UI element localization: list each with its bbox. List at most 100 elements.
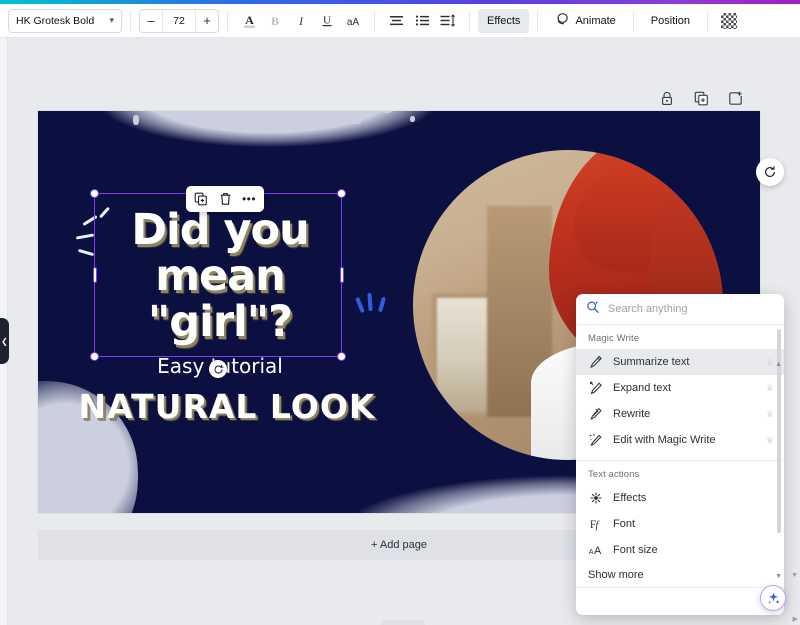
magic-wand-icon: [588, 433, 603, 447]
menu-item-label: Font size: [613, 544, 658, 556]
svg-text:A: A: [589, 549, 594, 556]
bold-button[interactable]: B: [262, 8, 288, 34]
add-to-folder-icon[interactable]: [725, 88, 745, 108]
duplicate-icon[interactable]: [691, 88, 711, 108]
resize-handle-bottom-left[interactable]: [90, 352, 99, 361]
svg-text:A: A: [594, 545, 602, 557]
svg-text:A: A: [245, 13, 254, 27]
duplicate-icon[interactable]: [190, 188, 212, 210]
text-selection-box[interactable]: [90, 189, 346, 378]
resize-handle-left[interactable]: [92, 267, 97, 283]
menu-item-label: Summarize text: [613, 356, 690, 368]
scroll-up-arrow-icon[interactable]: ▲: [775, 361, 782, 368]
accent-tick: [378, 296, 386, 313]
svg-text:I: I: [298, 16, 304, 28]
font-icon: F f: [588, 517, 603, 531]
font-size-increase-button[interactable]: +: [196, 10, 218, 32]
transparency-icon[interactable]: [716, 8, 742, 34]
crown-icon: ♛: [765, 408, 774, 419]
panel-body: ▲ ▼ Magic Write Summarize text ♛ Expand …: [576, 325, 784, 587]
menu-item-expand-text[interactable]: Expand text ♛: [576, 375, 784, 401]
page-actions: [657, 88, 745, 108]
font-size-input[interactable]: 72: [162, 9, 196, 32]
font-family-select[interactable]: HK Grotesk Bold ▾: [8, 8, 122, 33]
accent-tick: [355, 296, 365, 314]
paint-splatter-specks: [93, 111, 453, 159]
menu-item-label: Expand text: [613, 382, 672, 394]
menu-item-label: Rewrite: [613, 408, 651, 420]
line-spacing-button[interactable]: [435, 8, 461, 34]
menu-item-font[interactable]: F f Font: [576, 511, 784, 537]
toolbar-divider: [469, 10, 470, 31]
magic-search-icon: [586, 300, 600, 319]
menu-item-effects[interactable]: Effects: [576, 485, 784, 511]
pen-expand-icon: [588, 381, 603, 395]
element-context-toolbar: •••: [186, 186, 264, 212]
crown-icon: ♛: [765, 434, 774, 445]
pen-summarize-icon: [588, 355, 603, 369]
menu-item-rewrite[interactable]: Rewrite ♛: [576, 401, 784, 427]
panel-scroll-region: Magic Write Summarize text ♛ Expand text…: [576, 325, 784, 587]
letter-case-button[interactable]: aA: [340, 8, 366, 34]
panel-scrollbar[interactable]: [777, 329, 781, 533]
text-align-button[interactable]: [383, 8, 409, 34]
panel-footer: [576, 587, 784, 615]
scroll-down-arrow-icon[interactable]: ▼: [775, 573, 782, 580]
search-input[interactable]: [608, 303, 774, 315]
accent-tick: [367, 292, 373, 312]
resize-handle-top-right[interactable]: [337, 189, 346, 198]
trash-icon[interactable]: [214, 188, 236, 210]
scroll-right-indicator-icon[interactable]: ▶: [793, 615, 798, 623]
crown-icon: ♛: [765, 382, 774, 393]
magic-actions-panel: ▲ ▼ Magic Write Summarize text ♛: [576, 294, 784, 615]
position-label: Position: [650, 14, 690, 27]
scroll-down-indicator-icon[interactable]: ▼: [791, 572, 798, 579]
sparkle-effects-icon: [588, 491, 603, 505]
design-headline-text[interactable]: NATURAL LOOK: [62, 387, 392, 426]
toolbar-divider: [632, 10, 634, 31]
spark-tick: [75, 233, 95, 240]
font-family-value: HK Grotesk Bold: [16, 14, 95, 27]
animate-label: Animate: [575, 14, 616, 27]
regenerate-button[interactable]: [756, 158, 784, 186]
lock-icon[interactable]: [657, 88, 677, 108]
font-size-decrease-button[interactable]: –: [140, 10, 162, 32]
svg-text:B: B: [271, 16, 279, 28]
pen-rewrite-icon: [588, 407, 603, 421]
ai-assistant-button[interactable]: [760, 585, 786, 611]
group-label-magic-write: Magic Write: [588, 333, 640, 344]
effects-button[interactable]: Effects: [478, 8, 530, 33]
show-more-button[interactable]: Show more: [576, 563, 784, 587]
toolbar-divider: [374, 10, 375, 31]
resize-handle-right[interactable]: [339, 267, 344, 283]
toolbar-divider: [227, 10, 228, 31]
resize-handle-top-left[interactable]: [90, 189, 99, 198]
svg-text:aA: aA: [347, 17, 360, 28]
position-button[interactable]: Position: [642, 9, 699, 33]
toolbar-divider: [706, 10, 708, 31]
more-options-icon[interactable]: •••: [238, 188, 260, 210]
svg-text:U: U: [323, 15, 331, 27]
bullet-list-button[interactable]: [409, 8, 435, 34]
svg-text:f: f: [596, 520, 601, 531]
effects-label: Effects: [487, 14, 521, 27]
bottom-panel-handle[interactable]: [381, 620, 425, 625]
animate-icon: [555, 12, 569, 29]
italic-button[interactable]: I: [288, 8, 314, 34]
editor-workspace: ❮ Did you mean "girl"? Easy tutorial NAT…: [0, 38, 800, 625]
text-color-button[interactable]: A: [236, 8, 262, 34]
resize-handle-bottom-right[interactable]: [337, 352, 346, 361]
menu-item-label: Font: [613, 518, 636, 530]
menu-item-edit-with-magic-write[interactable]: Edit with Magic Write ♛: [576, 427, 784, 453]
add-page-label: + Add page: [371, 539, 427, 551]
menu-item-font-size[interactable]: A A Font size: [576, 537, 784, 563]
menu-item-label: Edit with Magic Write: [613, 434, 716, 446]
animate-button[interactable]: Animate: [546, 9, 624, 33]
sidebar-collapse-handle[interactable]: ❮: [0, 318, 9, 364]
text-toolbar: HK Grotesk Bold ▾ – 72 + A B I U aA Effe…: [0, 4, 800, 38]
menu-item-summarize-text[interactable]: Summarize text ♛: [576, 349, 784, 375]
underline-button[interactable]: U: [314, 8, 340, 34]
top-gradient-bar: [0, 0, 800, 4]
panel-search-row: [576, 294, 784, 325]
rotate-handle[interactable]: [209, 360, 227, 378]
